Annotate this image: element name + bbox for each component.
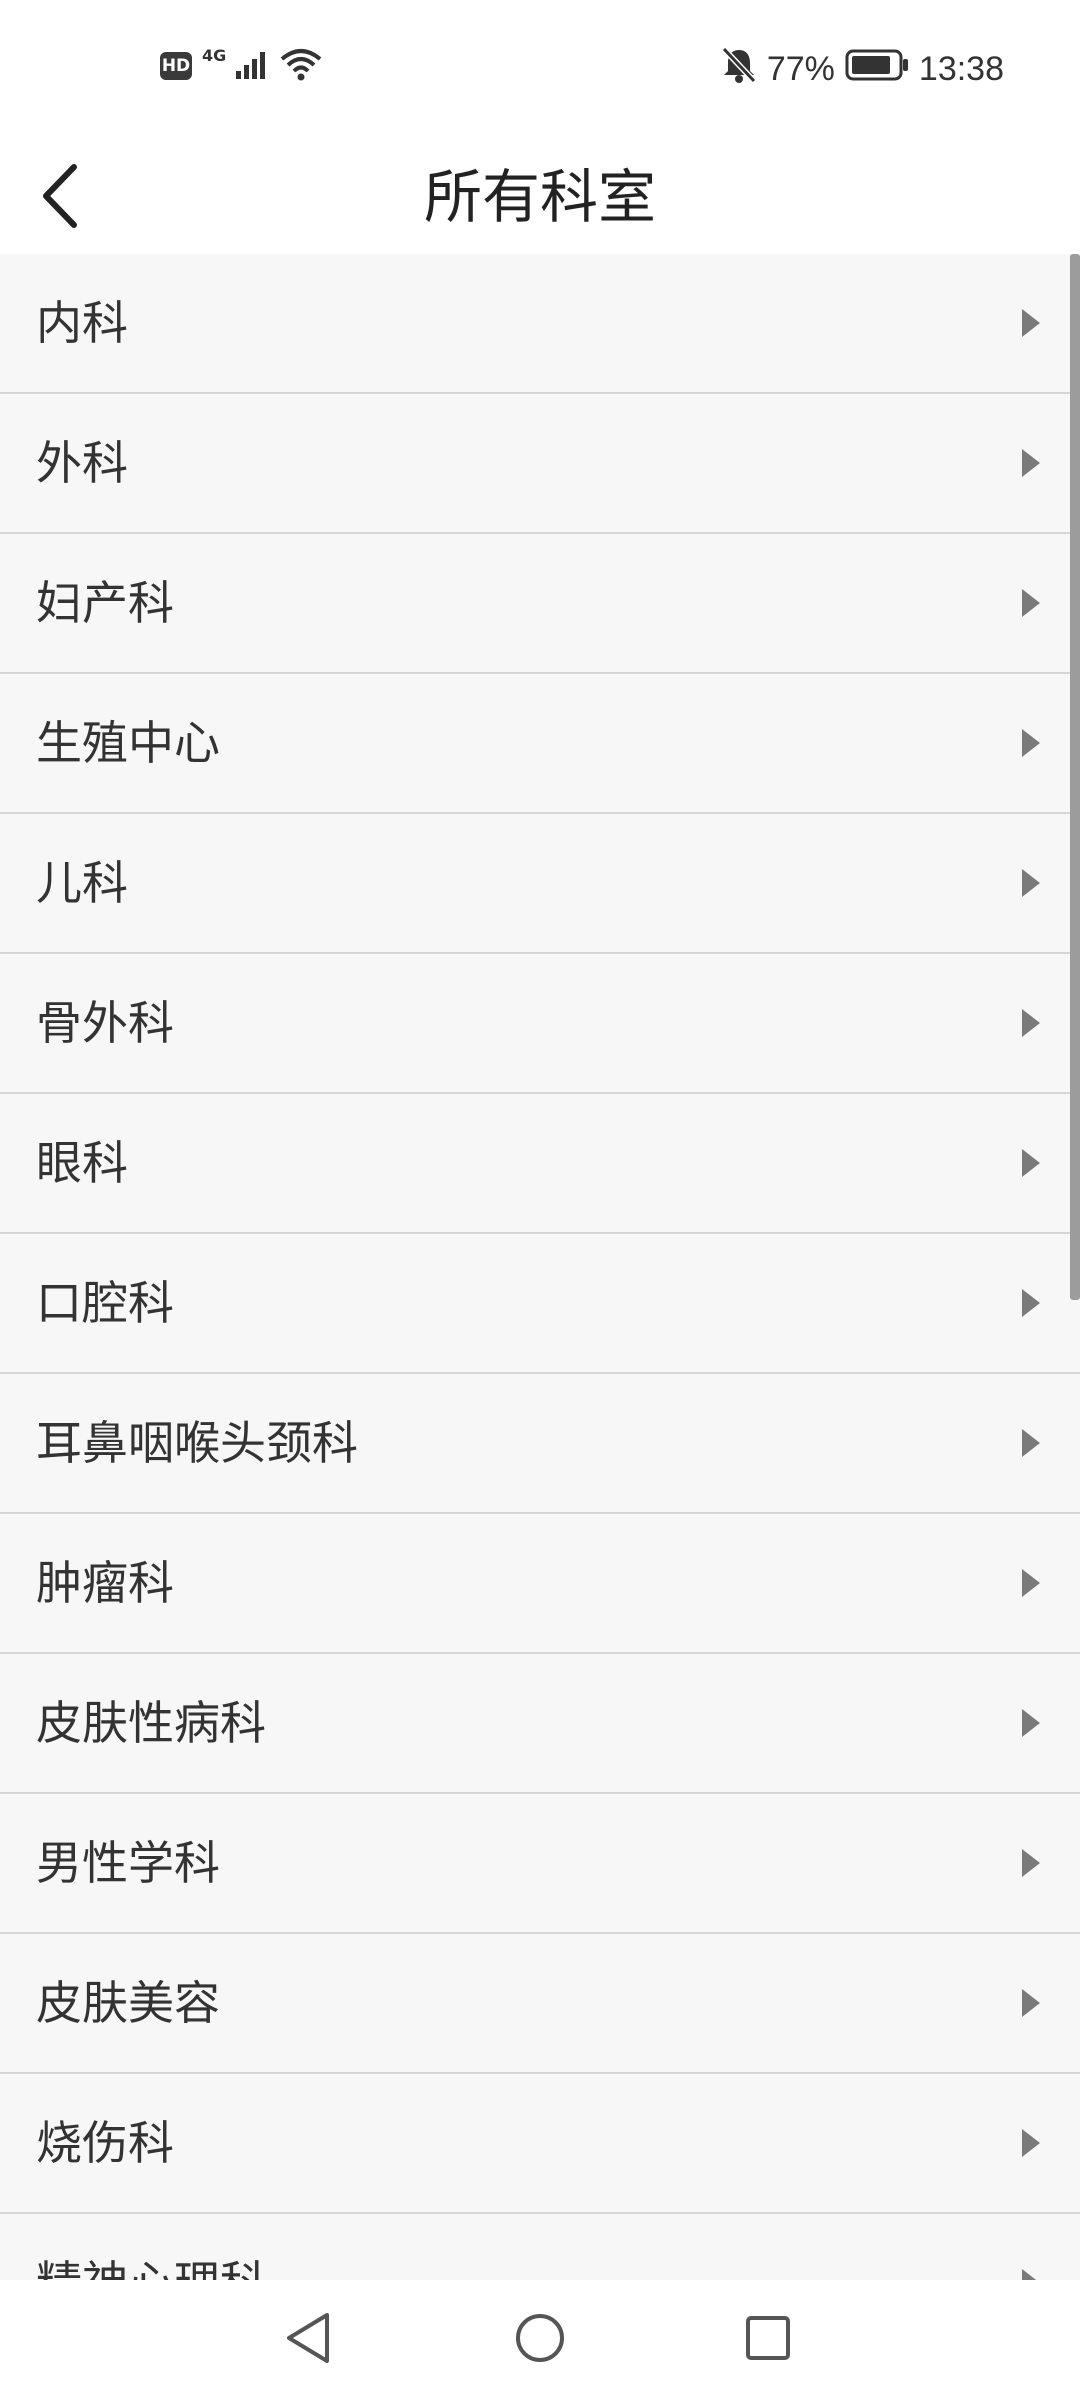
department-label: 口腔科 — [36, 1276, 174, 1330]
arrow-right-icon — [1022, 1429, 1040, 1457]
arrow-right-icon — [1022, 1989, 1040, 2017]
navigation-bar — [0, 2280, 1080, 2400]
nav-recents-button[interactable] — [732, 2304, 804, 2376]
arrow-right-icon — [1022, 1149, 1040, 1177]
nav-back-button[interactable] — [272, 2304, 344, 2376]
battery-icon — [845, 49, 909, 90]
recents-square-icon — [744, 2314, 792, 2366]
battery-percent: 77% — [766, 49, 835, 88]
arrow-right-icon — [1022, 1009, 1040, 1037]
arrow-right-icon — [1022, 2269, 1040, 2280]
signal-icon — [236, 49, 270, 83]
department-item[interactable]: 眼科 — [0, 1094, 1080, 1234]
department-label: 眼科 — [36, 1136, 128, 1190]
department-label: 儿科 — [36, 856, 128, 910]
arrow-right-icon — [1022, 1709, 1040, 1737]
arrow-right-icon — [1022, 589, 1040, 617]
department-item[interactable]: 耳鼻咽喉头颈科 — [0, 1374, 1080, 1514]
arrow-right-icon — [1022, 869, 1040, 897]
department-item[interactable]: 妇产科 — [0, 534, 1080, 674]
status-right-group: 77% 13:38 — [721, 44, 1004, 94]
back-triangle-icon — [283, 2311, 333, 2369]
department-item[interactable]: 皮肤性病科 — [0, 1654, 1080, 1794]
department-label: 皮肤美容 — [36, 1976, 220, 2030]
arrow-right-icon — [1022, 2129, 1040, 2157]
arrow-right-icon — [1022, 309, 1040, 337]
department-label: 内科 — [36, 296, 128, 350]
department-item[interactable]: 生殖中心 — [0, 674, 1080, 814]
department-item[interactable]: 儿科 — [0, 814, 1080, 954]
department-item[interactable]: 精神心理科 — [0, 2214, 1080, 2280]
department-item[interactable]: 外科 — [0, 394, 1080, 534]
wifi-icon — [280, 47, 322, 85]
department-label: 肿瘤科 — [36, 1556, 174, 1610]
department-label: 骨外科 — [36, 996, 174, 1050]
arrow-right-icon — [1022, 1849, 1040, 1877]
department-item[interactable]: 肿瘤科 — [0, 1514, 1080, 1654]
department-label: 生殖中心 — [36, 716, 220, 770]
department-item[interactable]: 内科 — [0, 254, 1080, 394]
department-label: 外科 — [36, 436, 128, 490]
arrow-right-icon — [1022, 729, 1040, 757]
status-left-group: HD 4G — [160, 44, 322, 88]
hd-icon: HD — [160, 52, 192, 80]
department-label: 精神心理科 — [36, 2214, 266, 2280]
arrow-right-icon — [1022, 1289, 1040, 1317]
bell-muted-icon — [721, 46, 757, 93]
department-label: 烧伤科 — [36, 2116, 174, 2170]
department-item[interactable]: 口腔科 — [0, 1234, 1080, 1374]
department-label: 妇产科 — [36, 576, 174, 630]
department-label: 耳鼻咽喉头颈科 — [36, 1416, 358, 1470]
arrow-right-icon — [1022, 449, 1040, 477]
scrollbar[interactable] — [1070, 254, 1080, 1300]
department-list[interactable]: 内科 外科 妇产科 生殖中心 儿科 骨外科 眼科 口腔科 耳鼻咽喉头颈科 肿瘤科… — [0, 254, 1080, 2280]
department-label: 男性学科 — [36, 1836, 220, 1890]
clock-time: 13:38 — [918, 49, 1004, 88]
department-label: 皮肤性病科 — [36, 1696, 266, 1750]
department-item[interactable]: 男性学科 — [0, 1794, 1080, 1934]
page-title: 所有科室 — [423, 163, 656, 231]
department-item[interactable]: 烧伤科 — [0, 2074, 1080, 2214]
network-type-label: 4G — [202, 46, 227, 65]
department-item[interactable]: 骨外科 — [0, 954, 1080, 1094]
nav-home-button[interactable] — [504, 2304, 576, 2376]
home-circle-icon — [514, 2312, 566, 2368]
department-item[interactable]: 皮肤美容 — [0, 1934, 1080, 2074]
header: 所有科室 — [0, 140, 1080, 254]
status-bar: HD 4G 77% 13:38 — [0, 0, 1080, 140]
arrow-right-icon — [1022, 1569, 1040, 1597]
